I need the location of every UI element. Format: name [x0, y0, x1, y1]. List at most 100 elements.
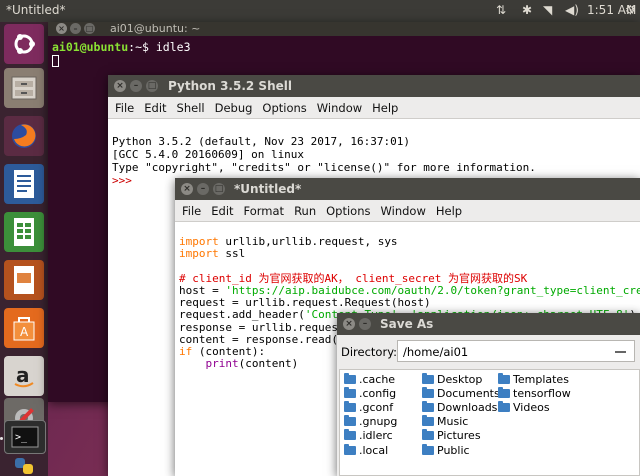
editor-titlebar[interactable]: × – □ *Untitled* [175, 178, 640, 200]
folder-label: Videos [513, 400, 550, 414]
terminal-titlebar[interactable]: × – □ ai01@ubuntu: ~ [48, 22, 640, 36]
dropdown-icon[interactable] [615, 351, 626, 353]
folder-label: Music [437, 415, 469, 429]
menu-file[interactable]: File [177, 204, 206, 218]
files-launcher-button[interactable] [4, 68, 44, 108]
maximize-icon[interactable]: □ [84, 23, 95, 34]
folder-label: .gconf [359, 400, 394, 414]
folder-label: .local [359, 443, 389, 457]
svg-text:A: A [20, 325, 29, 339]
menu-options[interactable]: Options [257, 101, 311, 115]
amazon-launcher-button[interactable]: a [4, 356, 44, 396]
folder-item[interactable]: Desktop [422, 372, 500, 386]
calc-launcher-button[interactable] [4, 212, 44, 252]
shell-line: Python 3.5.2 (default, Nov 23 2017, 16:3… [112, 135, 411, 148]
maximize-icon[interactable]: □ [146, 80, 158, 92]
shell-line: [GCC 5.4.0 20160609] on linux [112, 148, 305, 161]
presentation-icon [14, 266, 34, 294]
folder-item[interactable]: .config [344, 386, 397, 400]
menu-help[interactable]: Help [431, 204, 467, 218]
folder-item[interactable]: .idlerc [344, 429, 397, 443]
menu-edit[interactable]: Edit [206, 204, 238, 218]
folder-label: Desktop [437, 372, 483, 386]
running-indicator [0, 437, 3, 440]
maximize-icon[interactable]: □ [213, 183, 225, 195]
folder-icon [498, 400, 510, 412]
folder-label: .idlerc [359, 429, 393, 443]
folder-item[interactable]: Public [422, 443, 500, 457]
impress-launcher-button[interactable] [4, 260, 44, 300]
folder-item[interactable]: Downloads [422, 400, 500, 414]
folder-item[interactable]: Videos [498, 400, 571, 414]
directory-select[interactable]: /home/ai01 [397, 340, 635, 362]
folder-icon [422, 386, 434, 398]
shell-titlebar[interactable]: × – □ Python 3.5.2 Shell [108, 75, 640, 97]
prompt-user: ai01@ubuntu [52, 40, 129, 54]
menu-run[interactable]: Run [289, 204, 321, 218]
folder-icon [422, 372, 434, 384]
sort-icon[interactable]: ⇅ [496, 3, 506, 17]
active-window-title: *Untitled* [6, 3, 66, 17]
software-center-launcher-button[interactable]: A [4, 308, 44, 348]
folder-label: .gnupg [359, 415, 398, 429]
ubuntu-dash-button[interactable] [4, 24, 44, 64]
volume-icon[interactable]: ◀) [565, 3, 579, 17]
menu-file[interactable]: File [110, 101, 139, 115]
folder-item[interactable]: Music [422, 415, 500, 429]
menu-help[interactable]: Help [367, 101, 403, 115]
file-list[interactable]: .cache .config .gconf .gnupg .idlerc .lo… [339, 369, 640, 476]
python-launcher-button[interactable] [4, 456, 44, 476]
menu-window[interactable]: Window [376, 204, 431, 218]
gear-icon[interactable]: ⚙ [625, 3, 636, 17]
folder-item[interactable]: Pictures [422, 429, 500, 443]
bluetooth-icon[interactable]: ✱ [522, 3, 532, 17]
svg-text:>_: >_ [15, 432, 28, 443]
folder-label: Downloads [437, 400, 498, 414]
menu-format[interactable]: Format [239, 204, 290, 218]
menu-edit[interactable]: Edit [139, 101, 171, 115]
folder-icon [422, 400, 434, 412]
folder-item[interactable]: Templates [498, 372, 571, 386]
save-as-dialog[interactable]: × – Save As Directory: /home/ai01 .cache… [337, 313, 640, 476]
wifi-icon[interactable]: ◥ [543, 3, 552, 17]
menu-debug[interactable]: Debug [210, 101, 258, 115]
folder-icon [344, 372, 356, 384]
terminal-launcher-button[interactable]: >_ [4, 420, 46, 454]
code-comment: # client_id 为官网获取的AK， client_secret 为官网获… [179, 271, 528, 285]
folder-label: Public [437, 443, 470, 457]
folder-label: Documents [437, 386, 500, 400]
close-icon[interactable]: × [181, 183, 193, 195]
close-icon[interactable]: × [114, 80, 126, 92]
terminal-title: ai01@ubuntu: ~ [110, 22, 201, 35]
shell-title: Python 3.5.2 Shell [168, 79, 292, 93]
folder-icon [344, 429, 356, 441]
menu-options[interactable]: Options [321, 204, 375, 218]
prompt-rest: :~$ [128, 40, 156, 54]
editor-title: *Untitled* [234, 182, 302, 196]
code-string: 'https://aip.baidubce.com/oauth/2.0/toke… [225, 284, 640, 298]
folder-item[interactable]: .local [344, 443, 397, 457]
menu-shell[interactable]: Shell [172, 101, 210, 115]
terminal-output[interactable]: ai01@ubuntu:~$ idle3 [48, 36, 640, 71]
folder-item[interactable]: .gnupg [344, 415, 397, 429]
close-icon[interactable]: × [343, 318, 355, 330]
close-icon[interactable]: × [56, 23, 67, 34]
minimize-icon[interactable]: – [70, 23, 81, 34]
minimize-icon[interactable]: – [197, 183, 209, 195]
folder-item[interactable]: Documents [422, 386, 500, 400]
launcher: A a >_ [0, 22, 48, 476]
folder-item[interactable]: .gconf [344, 400, 397, 414]
folder-item[interactable]: tensorflow [498, 386, 571, 400]
writer-launcher-button[interactable] [4, 164, 44, 204]
directory-row: Directory: /home/ai01 [337, 335, 640, 367]
folder-item[interactable]: .cache [344, 372, 397, 386]
minimize-icon[interactable]: – [359, 318, 371, 330]
folder-icon [422, 415, 434, 427]
command-text: idle3 [155, 40, 191, 54]
minimize-icon[interactable]: – [130, 80, 142, 92]
directory-label: Directory: [341, 345, 398, 359]
save-as-titlebar[interactable]: × – Save As [337, 313, 640, 335]
folder-icon [344, 400, 356, 412]
firefox-launcher-button[interactable] [4, 116, 44, 156]
menu-window[interactable]: Window [312, 101, 367, 115]
